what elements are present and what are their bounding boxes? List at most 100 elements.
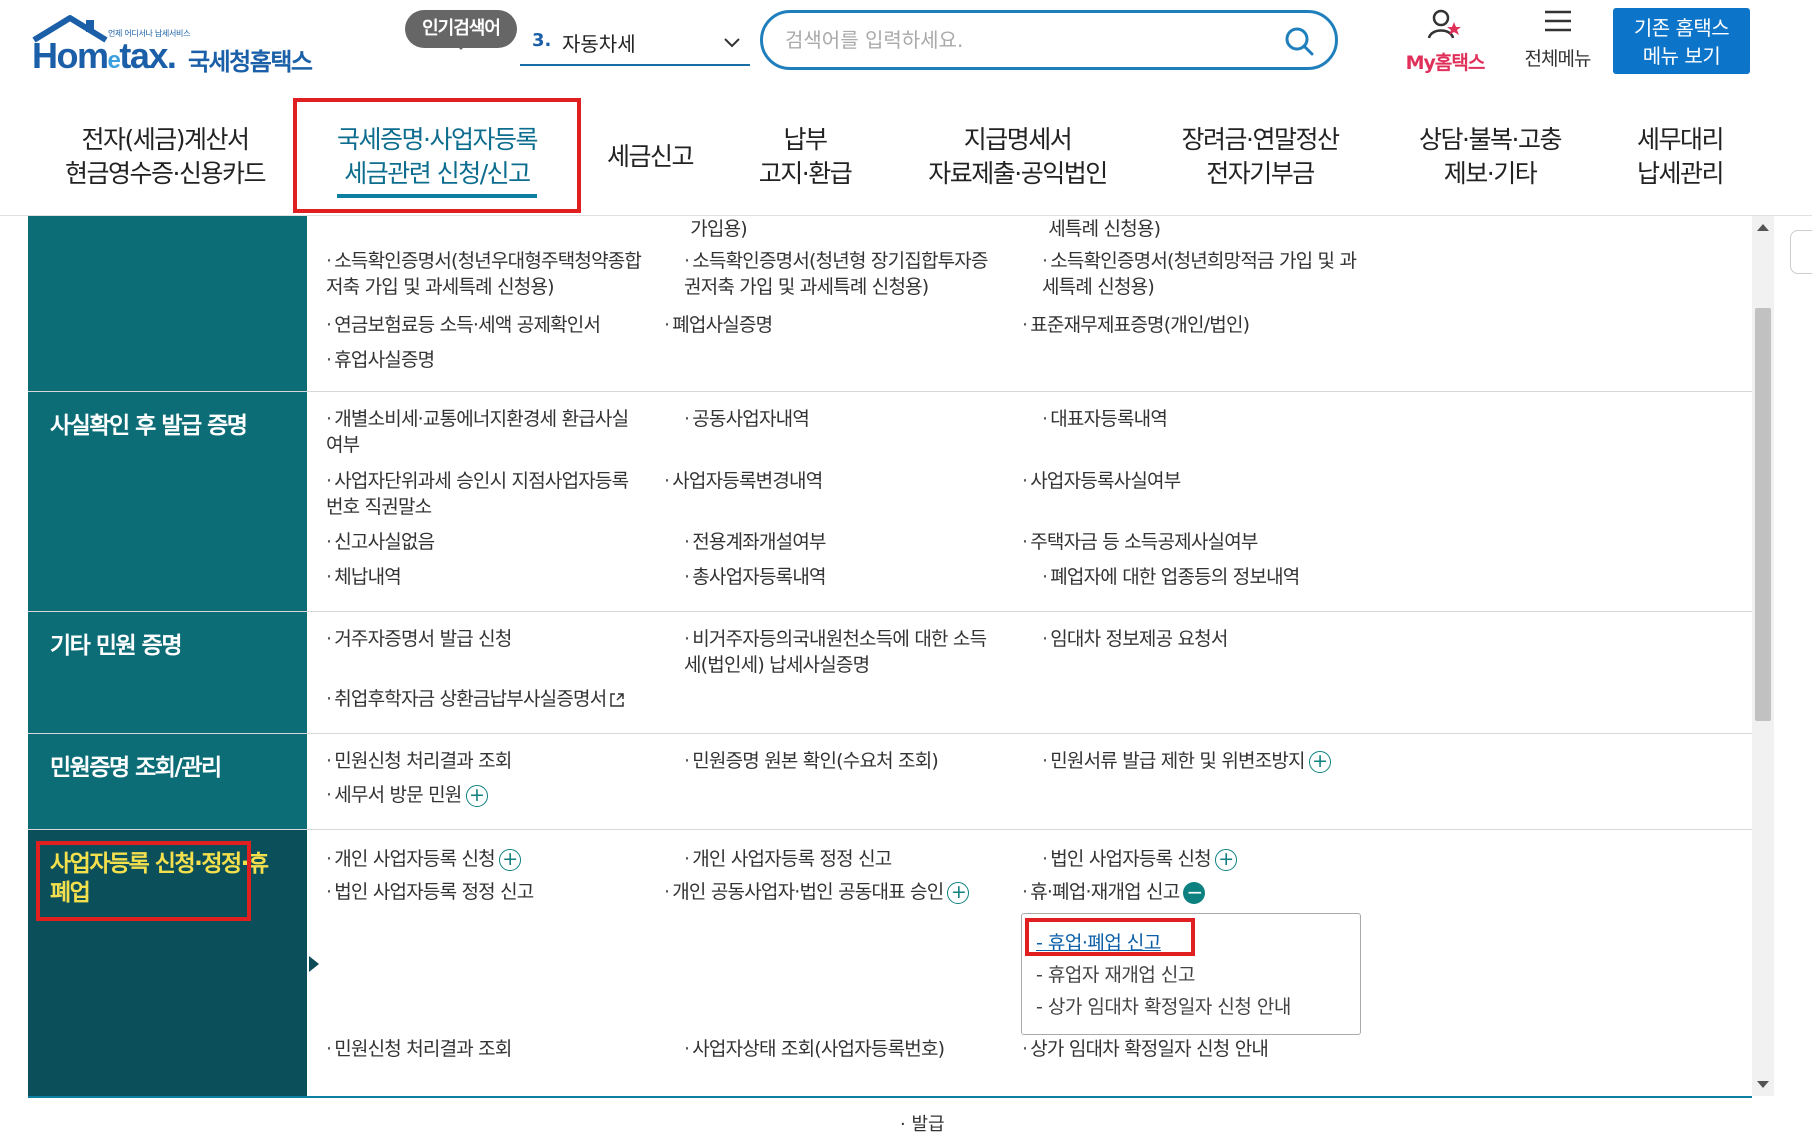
- nav-consultation[interactable]: 상담·불복·고충 제보·기타: [1385, 98, 1595, 216]
- menu-link-total-registration[interactable]: 총사업자등록내역: [684, 564, 826, 590]
- section-fact-check: 사실확인 후 발급 증명 개별소비세·교통에너지환경세 환급사실 여부 공동사업…: [28, 392, 1752, 612]
- old-menu-button[interactable]: 기존 홈택스 메뉴 보기: [1613, 8, 1750, 74]
- menu-link-dedicated-account[interactable]: 전용계좌개설여부: [684, 529, 826, 555]
- menu-link-registration-fact[interactable]: 사업자등록사실여부: [1022, 468, 1181, 494]
- link-text: 세무서 방문 민원: [334, 784, 462, 806]
- menu-link-branch-cancel[interactable]: 사업자단위과세 승인시 지점사업자등록 번호 직권말소: [326, 468, 666, 520]
- hamburger-menu-icon: [1544, 10, 1571, 32]
- link-text: 법인 사업자등록 신청: [1050, 848, 1211, 870]
- section-inquiry-management: 민원증명 조회/관리 민원신청 처리결과 조회 민원증명 원본 확인(수요처 조…: [28, 734, 1752, 830]
- menu-link-representative[interactable]: 대표자등록내역: [1042, 406, 1168, 432]
- menu-link-lease-date-guide[interactable]: 상가 임대차 확정일자 신청 안내: [1022, 1036, 1269, 1062]
- nav-payment-statement[interactable]: 지급명세서 자료제출·공익법인: [900, 98, 1135, 216]
- logo-subtitle: 국세청홈택스: [188, 48, 313, 76]
- scroll-up-arrow-icon[interactable]: [1757, 224, 1769, 231]
- all-menu-label: 전체메뉴: [1524, 48, 1592, 70]
- content-bottom-border: [28, 1096, 1752, 1098]
- expand-plus-icon[interactable]: +: [1308, 750, 1331, 773]
- search-icon[interactable]: [1283, 25, 1315, 57]
- all-menu-button[interactable]: 전체메뉴: [1510, 8, 1605, 70]
- menu-link-student-loan[interactable]: 취업후학자금 상환금납부사실증명서: [326, 686, 625, 712]
- expand-plus-icon[interactable]: +: [465, 784, 488, 807]
- menu-link-no-report[interactable]: 신고사실없음: [326, 529, 435, 555]
- menu-content-area: 가입용) 세특례 신청용) 소득확인증명서(청년우대형주택청약종합 저축 가입 …: [28, 216, 1752, 1096]
- logo-brand-part: Hom: [32, 35, 109, 76]
- nav-tax-return[interactable]: 세금신고: [590, 98, 710, 216]
- menu-link-business-status[interactable]: 사업자상태 조회(사업자등록번호): [684, 1036, 945, 1062]
- menu-link-joint-business[interactable]: 공동사업자내역: [684, 406, 810, 432]
- old-menu-line1: 기존 홈택스: [1633, 16, 1730, 40]
- menu-link-result-inquiry-2[interactable]: 민원신청 처리결과 조회: [326, 1036, 512, 1062]
- nav-einvoice[interactable]: 전자(세금)계산서 현금영수증·신용카드: [40, 98, 290, 216]
- my-hometax-button[interactable]: My홈택스: [1395, 8, 1495, 74]
- menu-link-financial-statement[interactable]: 표준재무제표증명(개인/법인): [1022, 312, 1250, 338]
- my-hometax-label: My홈택스: [1405, 52, 1486, 74]
- link-text: 취업후학자금 상환금납부사실증명서: [334, 688, 607, 710]
- expand-plus-icon[interactable]: +: [947, 881, 970, 904]
- menu-link-registration-change[interactable]: 사업자등록변경내역: [664, 468, 823, 494]
- link-text: 개인 공동사업자·법인 공동대표 승인: [672, 881, 944, 903]
- logo-brand-e: e: [107, 47, 121, 74]
- popular-search-badge: 인기검색어: [405, 10, 517, 50]
- external-link-icon: [610, 692, 625, 707]
- search-input[interactable]: [785, 23, 1265, 57]
- popular-rank: 3.: [532, 30, 552, 51]
- nav-tax-agent[interactable]: 세무대리 납세관리: [1615, 98, 1745, 216]
- fragment-text: 세특례 신청용): [1048, 218, 1165, 240]
- nav-payment-refund[interactable]: 납부 고지·환급: [730, 98, 880, 216]
- menu-link-original-verify[interactable]: 민원증명 원본 확인(수요처 조회): [684, 748, 939, 774]
- section-income-certificates: 가입용) 세특례 신청용) 소득확인증명서(청년우대형주택청약종합 저축 가입 …: [28, 216, 1752, 392]
- main-navigation: 전자(세금)계산서 현금영수증·신용카드 국세증명·사업자등록 세금관련 신청/…: [0, 98, 1812, 216]
- chevron-down-icon: [724, 38, 740, 48]
- menu-link-suspension-closure[interactable]: 휴·폐업·재개업 신고−: [1022, 879, 1206, 905]
- menu-link-arrears[interactable]: 체납내역: [326, 564, 402, 590]
- old-menu-line2: 메뉴 보기: [1642, 44, 1721, 68]
- search-box: [760, 10, 1338, 70]
- section-header: [28, 216, 307, 391]
- menu-link-lease-info-request[interactable]: 임대차 정보제공 요청서: [1042, 626, 1228, 652]
- menu-link-closure-cert[interactable]: 폐업사실증명: [664, 312, 773, 338]
- menu-link-joint-approval[interactable]: 개인 공동사업자·법인 공동대표 승인+: [664, 879, 970, 905]
- menu-link-residency-cert[interactable]: 거주자증명서 발급 신청: [326, 626, 512, 652]
- popular-search-select[interactable]: 3. 자동차세: [520, 22, 750, 66]
- menu-link-suspension-cert[interactable]: 휴업사실증명: [326, 347, 435, 373]
- menu-link-income-cert-youth-housing[interactable]: 소득확인증명서(청년우대형주택청약종합 저축 가입 및 과세특례 신청용): [326, 248, 666, 300]
- scroll-down-arrow-icon[interactable]: [1757, 1081, 1769, 1088]
- vertical-scrollbar[interactable]: [1752, 216, 1774, 1096]
- nav-incentive-settlement[interactable]: 장려금·연말정산 전자기부금: [1155, 98, 1365, 216]
- hometax-logo[interactable]: 언제 어디서나 납세서비스 Hometax. 국세청홈택스: [30, 8, 330, 78]
- menu-link-income-cert-youth-savings[interactable]: 소득확인증명서(청년희망적금 가입 및 과 세특례 신청용): [1042, 248, 1392, 300]
- bottom-peek-label: 발급: [911, 1114, 945, 1135]
- site-header: 언제 어디서나 납세서비스 Hometax. 국세청홈택스 인기검색어 3. 자…: [0, 0, 1812, 90]
- submenu-lease-date-guide[interactable]: 상가 임대차 확정일자 신청 안내: [1036, 992, 1291, 1019]
- expand-plus-icon[interactable]: +: [1214, 848, 1237, 871]
- menu-link-corporate-correction[interactable]: 법인 사업자등록 정정 신고: [326, 879, 534, 905]
- menu-link-corporate-registration[interactable]: 법인 사업자등록 신청+: [1042, 846, 1237, 872]
- menu-link-fragment[interactable]: 가입용): [690, 216, 751, 242]
- logo-brand: Hometax.: [32, 35, 177, 77]
- menu-link-closed-business-info[interactable]: 폐업자에 대한 업종등의 정보내역: [1042, 564, 1300, 590]
- section-header: 기타 민원 증명: [28, 612, 307, 733]
- expand-plus-icon[interactable]: +: [498, 848, 521, 871]
- menu-link-individual-registration[interactable]: 개인 사업자등록 신청+: [326, 846, 521, 872]
- menu-link-individual-correction[interactable]: 개인 사업자등록 정정 신고: [684, 846, 892, 872]
- link-text: 민원서류 발급 제한 및 위변조방지: [1050, 750, 1305, 772]
- menu-link-housing-deduction[interactable]: 주택자금 등 소득공제사실여부: [1022, 529, 1258, 555]
- collapse-minus-icon[interactable]: −: [1183, 881, 1206, 904]
- menu-link-result-inquiry[interactable]: 민원신청 처리결과 조회: [326, 748, 512, 774]
- submenu-reopen-report[interactable]: 휴업자 재개업 신고: [1036, 960, 1195, 987]
- scrollbar-thumb[interactable]: [1755, 308, 1771, 721]
- side-tab[interactable]: [1790, 230, 1812, 274]
- menu-link-office-visit[interactable]: 세무서 방문 민원+: [326, 782, 488, 808]
- menu-link-income-cert-youth-fund[interactable]: 소득확인증명서(청년형 장기집합투자증 권저축 가입 및 과세특례 신청용): [684, 248, 1024, 300]
- menu-link-fragment[interactable]: 세특례 신청용): [1048, 216, 1165, 242]
- section-title: 민원증명 조회/관리: [50, 755, 222, 781]
- menu-link-nonresident-tax[interactable]: 비거주자등의국내원천소득에 대한 소득 세(법인세) 납세사실증명: [684, 626, 1024, 678]
- menu-link-pension-deduction[interactable]: 연금보험료등 소득·세액 공제확인서: [326, 312, 601, 338]
- link-text: 휴·폐업·재개업 신고: [1030, 881, 1180, 903]
- menu-link-excise-refund[interactable]: 개별소비세·교통에너지환경세 환급사실 여부: [326, 406, 666, 458]
- menu-link-issuance-restriction[interactable]: 민원서류 발급 제한 및 위변조방지+: [1042, 748, 1331, 774]
- highlight-box-section: [36, 841, 251, 921]
- section-other-certificates: 기타 민원 증명 거주자증명서 발급 신청 비거주자등의국내원천소득에 대한 소…: [28, 612, 1752, 734]
- pointer-arrow: [309, 956, 319, 972]
